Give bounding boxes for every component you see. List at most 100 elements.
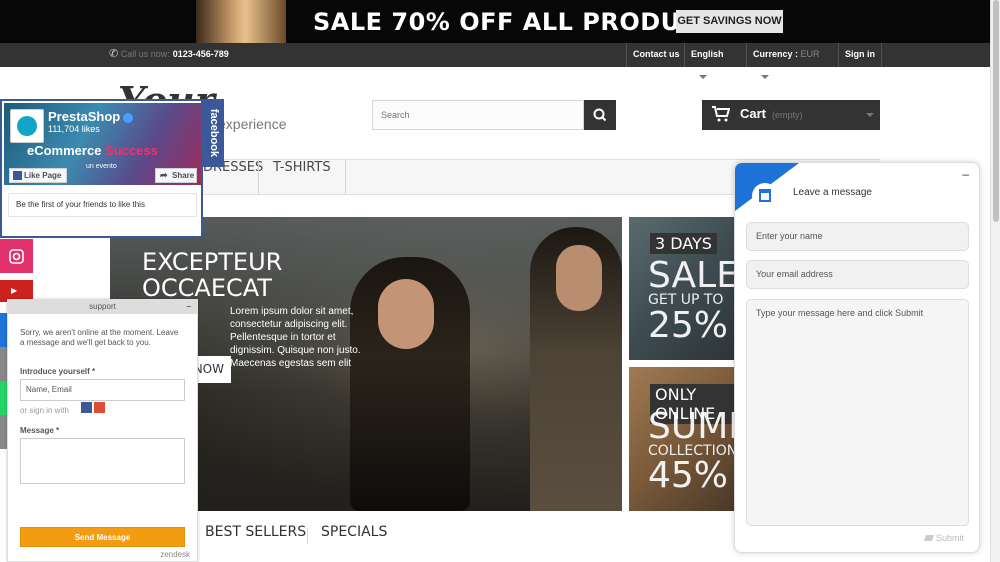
- sign-in-link[interactable]: Sign in: [838, 43, 882, 67]
- leave-message-widget: Leave a message – Enter your name Your e…: [734, 162, 980, 553]
- send-message-button[interactable]: Send Message: [20, 527, 185, 547]
- building-icon: [759, 189, 771, 202]
- hero-model-face: [378, 279, 434, 349]
- phone-number: 0123-456-789: [172, 49, 229, 59]
- call-label: Call us now:: [120, 49, 170, 59]
- share-button[interactable]: [0, 381, 7, 415]
- message-label: Message *: [20, 426, 60, 435]
- facebook-page-widget[interactable]: PrestaShop 111,704 likes eCommerce Succe…: [0, 99, 203, 238]
- minimize-icon[interactable]: –: [187, 300, 191, 314]
- message-field[interactable]: Type your message here and click Submit: [746, 299, 969, 526]
- hero-title: EXCEPTEUR OCCAECAT: [142, 249, 282, 301]
- offline-message: Sorry, we aren't online at the moment. L…: [20, 328, 179, 347]
- friends-like-text: Be the first of your friends to like thi…: [8, 193, 197, 217]
- promo-banner-summer[interactable]: ONLY ONLINE SUMMER COLLECTION 45%: [629, 367, 736, 511]
- promo-banner[interactable]: SALE 70% OFF ALL PRODUCTS GET SAVINGS NO…: [0, 0, 990, 43]
- menu-item-tshirts[interactable]: T-SHIRTS: [258, 160, 346, 195]
- share-button[interactable]: [0, 415, 7, 449]
- get-savings-button[interactable]: GET SAVINGS NOW: [676, 10, 783, 33]
- support-title: support: [89, 302, 116, 311]
- share-icon: ➦: [160, 170, 168, 180]
- sign-in-with-text: or sign in with: [20, 406, 69, 415]
- page-scrollbar[interactable]: [990, 0, 1000, 562]
- banner-headline: SALE 70% OFF ALL PRODUCTS: [313, 8, 734, 36]
- promo-big-text: SUMMER: [648, 406, 736, 447]
- like-page-button[interactable]: Like Page: [9, 168, 67, 183]
- tab-best-sellers[interactable]: BEST SELLERS: [205, 524, 306, 540]
- facebook-tab-label: facebook: [208, 108, 220, 158]
- promo-banner-sale[interactable]: 3 DAYS SALE GET UP TO 25%: [629, 217, 736, 360]
- instagram-icon: [9, 249, 24, 264]
- language-value: English: [691, 49, 724, 59]
- language-selector[interactable]: English: [684, 43, 742, 79]
- zendesk-brand[interactable]: zendesk: [160, 550, 190, 559]
- logo-subtext: experience: [218, 116, 287, 132]
- contact-us-link[interactable]: Contact us: [626, 43, 686, 67]
- cart-button[interactable]: Cart (empty): [702, 100, 880, 130]
- send-icon: [923, 535, 935, 541]
- scrollbar-thumb[interactable]: [993, 0, 999, 222]
- google-plus-icon[interactable]: [94, 402, 105, 413]
- share-button[interactable]: [0, 313, 7, 347]
- hero-text: Lorem ipsum dolor sit amet, consectetur …: [230, 306, 361, 369]
- introduce-label: Introduce yourself *: [20, 367, 96, 376]
- banner-model-image: [196, 0, 286, 43]
- prestashop-logo-icon: [17, 116, 37, 136]
- cart-icon: [712, 106, 730, 122]
- cart-label: Cart: [740, 106, 767, 121]
- like-page-label: Like Page: [24, 171, 62, 180]
- top-nav-bar: ✆ Call us now: 0123-456-789 Contact us En…: [0, 43, 990, 79]
- promo-percent: 45%: [648, 455, 729, 496]
- tab-specials[interactable]: SPECIALS: [321, 524, 387, 540]
- currency-label: Currency :: [753, 49, 799, 59]
- facebook-page-name-text: PrestaShop: [48, 109, 121, 124]
- share-button[interactable]: [0, 347, 7, 381]
- facebook-page-name[interactable]: PrestaShop: [48, 109, 134, 124]
- phone-icon: ✆: [109, 48, 119, 60]
- minimize-icon[interactable]: –: [962, 167, 969, 181]
- hero-title-line1: EXCEPTEUR: [142, 248, 283, 276]
- submit-button[interactable]: Submit: [923, 533, 965, 543]
- facebook-page-avatar[interactable]: [10, 109, 44, 143]
- hero-model-face: [556, 245, 602, 311]
- share-label: Share: [172, 171, 195, 180]
- facebook-likes-count: 111,704 likes: [48, 124, 100, 134]
- call-us: ✆ Call us now: 0123-456-789: [109, 43, 229, 67]
- zendesk-support-widget: support – Sorry, we aren't online at the …: [7, 299, 198, 562]
- search-button[interactable]: [584, 100, 616, 130]
- submit-label: Submit: [936, 533, 965, 543]
- facebook-tab[interactable]: facebook: [203, 99, 224, 167]
- email-field[interactable]: Your email address: [746, 260, 969, 289]
- message-textarea[interactable]: [20, 438, 185, 484]
- facebook-icon: [13, 171, 22, 180]
- company-logo: [752, 183, 778, 209]
- promo-percent: 25%: [648, 305, 729, 346]
- verified-icon: [123, 112, 134, 123]
- share-page-button[interactable]: ➦ Share: [155, 168, 197, 183]
- chevron-down-icon: [761, 74, 769, 79]
- cart-status: (empty): [772, 110, 803, 120]
- promo-tag: 3 DAYS: [650, 233, 717, 254]
- tab-divider: [307, 528, 308, 544]
- leave-message-title: Leave a message: [793, 187, 872, 198]
- name-field[interactable]: Enter your name: [746, 222, 969, 251]
- instagram-button[interactable]: [0, 239, 33, 273]
- name-email-field[interactable]: Name, Email: [20, 379, 185, 401]
- facebook-icon[interactable]: [81, 402, 92, 413]
- search-icon: [593, 108, 607, 122]
- promo-big-text: SALE: [648, 255, 736, 296]
- currency-selector[interactable]: Currency : EUR: [746, 43, 838, 79]
- currency-value: EUR: [800, 49, 820, 59]
- hero-title-line2: OCCAECAT: [142, 274, 272, 302]
- chevron-down-icon: [699, 74, 707, 79]
- cover-headline-a: eCommerce: [27, 143, 106, 158]
- cover-headline: eCommerce Success: [27, 143, 158, 158]
- cover-subtext: un evento: [86, 163, 117, 170]
- support-header[interactable]: support –: [8, 300, 197, 314]
- chevron-down-icon: [866, 113, 874, 117]
- hero-button-label: SHOP NOW !: [194, 362, 224, 376]
- hero-shop-button[interactable]: SHOP NOW !: [194, 356, 231, 383]
- cover-headline-b: Success: [105, 143, 158, 158]
- youtube-icon: ▶: [11, 286, 18, 295]
- search-input[interactable]: [372, 100, 584, 130]
